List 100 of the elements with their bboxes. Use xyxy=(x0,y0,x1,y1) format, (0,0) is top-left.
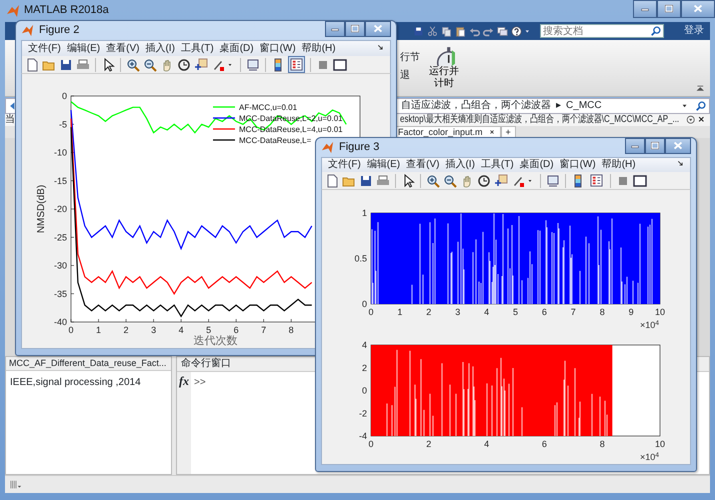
legend-button[interactable] xyxy=(588,172,605,189)
legend-button[interactable] xyxy=(288,56,305,73)
menu-item[interactable]: 窗口(W) xyxy=(558,158,598,171)
login-link[interactable]: 登录 xyxy=(684,25,704,37)
tick-label: 6 xyxy=(542,307,547,317)
axis-exponent: ×10$^{4}$ xyxy=(640,320,660,331)
menu-item[interactable]: 查看(V) xyxy=(404,158,442,171)
tick-label: 0 xyxy=(368,307,374,317)
zoom-out-icon[interactable] xyxy=(443,174,457,188)
close-button[interactable] xyxy=(665,138,691,154)
run-and-time-button[interactable]: 运行并计时 xyxy=(428,40,460,96)
window-title: Figure 3 xyxy=(339,140,380,154)
tick-label: 0 xyxy=(362,299,367,309)
tick-label: -2 xyxy=(358,408,367,418)
undo-icon[interactable] xyxy=(469,26,480,36)
maximize-button[interactable] xyxy=(645,138,665,154)
tick-label: 4 xyxy=(362,340,367,350)
tick-label: 4 xyxy=(178,325,184,335)
switch-windows-icon[interactable] xyxy=(497,26,508,36)
menu-item[interactable]: 编辑(E) xyxy=(364,158,402,171)
data-cursor-icon[interactable] xyxy=(194,58,208,72)
menu-item[interactable]: 文件(F) xyxy=(326,158,363,171)
legend-label: AF-MCC,u=0.01 xyxy=(239,103,298,112)
menu-item[interactable]: 文件(F) xyxy=(26,42,63,55)
close-button[interactable] xyxy=(365,21,391,37)
ribbon-label: 退 xyxy=(400,70,411,82)
zoom-out-icon[interactable] xyxy=(143,58,157,72)
close-icon xyxy=(372,23,384,35)
menu-item[interactable]: 窗口(W) xyxy=(258,42,298,55)
tick-label: -25 xyxy=(54,232,67,242)
save-icon[interactable] xyxy=(59,58,73,72)
tick-label: 6 xyxy=(542,439,547,449)
close-icon xyxy=(692,3,704,15)
save-icon[interactable] xyxy=(413,26,424,36)
menu-item[interactable]: 插入(I) xyxy=(443,158,477,171)
close-icon xyxy=(672,140,684,152)
menu-item[interactable]: 帮助(H) xyxy=(600,158,638,171)
tick-label: 5 xyxy=(513,307,518,317)
tick-label: 4 xyxy=(484,439,490,449)
cut-icon[interactable] xyxy=(427,26,438,36)
function-button[interactable]: fx xyxy=(177,372,191,474)
menu-item[interactable]: 编辑(E) xyxy=(64,42,102,55)
menu-item[interactable]: 查看(V) xyxy=(104,42,142,55)
redo-icon[interactable] xyxy=(483,26,494,36)
collapse-icon[interactable] xyxy=(696,84,706,94)
menu-item[interactable]: 插入(I) xyxy=(143,42,177,55)
zoom-in-icon[interactable] xyxy=(426,174,440,188)
window-title: MATLAB R2018a xyxy=(24,4,109,18)
zoom-in-icon[interactable] xyxy=(126,58,140,72)
tick-label: -15 xyxy=(54,176,67,186)
frame-icon[interactable] xyxy=(333,58,347,72)
minimize-button[interactable] xyxy=(325,21,345,37)
data-cursor-icon[interactable] xyxy=(494,174,508,188)
menu-item[interactable]: 帮助(H) xyxy=(300,42,338,55)
tick-label: 3 xyxy=(455,307,460,317)
tick-label: -5 xyxy=(58,119,67,130)
tick-label: 7 xyxy=(570,307,576,317)
maximize-button[interactable] xyxy=(657,0,681,18)
menu-circle-icon[interactable] xyxy=(686,114,697,126)
save-icon[interactable] xyxy=(359,174,373,188)
linked-plot-icon[interactable] xyxy=(246,58,260,72)
tick-label: 10 xyxy=(655,307,665,317)
menu-item[interactable]: 桌面(D) xyxy=(518,158,556,171)
axis-exponent: ×10$^{4}$ xyxy=(640,452,660,463)
minimize-button[interactable] xyxy=(625,138,645,154)
close-icon[interactable] xyxy=(488,128,496,136)
search-icon[interactable] xyxy=(695,100,707,112)
frame-icon[interactable] xyxy=(633,174,647,188)
print-icon[interactable] xyxy=(76,58,90,72)
search-field[interactable]: 搜索文档 xyxy=(540,24,664,38)
tick-label: 0 xyxy=(362,386,367,396)
maximize-icon xyxy=(649,140,661,152)
print-icon[interactable] xyxy=(376,174,390,188)
legend-icon xyxy=(590,174,603,187)
tick-label: 1 xyxy=(397,307,402,317)
linked-plot-icon[interactable] xyxy=(546,174,560,188)
menu-item[interactable]: 工具(T) xyxy=(478,158,516,171)
file-name: MCC_AF_Different_Data_reuse_Fact... xyxy=(6,357,171,371)
tick-label: 8 xyxy=(288,325,294,335)
close-button[interactable] xyxy=(681,0,715,18)
menu-item[interactable]: 桌面(D) xyxy=(218,42,256,55)
help-icon[interactable] xyxy=(511,26,522,36)
tick-label: -40 xyxy=(54,317,67,327)
copy-icon[interactable] xyxy=(441,26,452,36)
tick-label: -10 xyxy=(54,148,67,158)
minimize-button[interactable] xyxy=(633,0,657,18)
grip-icon[interactable] xyxy=(9,478,23,490)
ribbon-label: 行节 xyxy=(400,52,420,64)
tick-label: 8 xyxy=(600,439,605,449)
description-text: IEEE,signal processing ,2014 xyxy=(9,376,142,390)
breadcrumb-item[interactable]: 自适应滤波，凸组合，两个滤波器 xyxy=(401,100,551,112)
paste-icon[interactable] xyxy=(455,26,466,36)
maximize-button[interactable] xyxy=(345,21,365,37)
maximize-icon xyxy=(349,23,361,35)
axis-title: NMSD(dB) xyxy=(36,184,47,234)
menu-item[interactable]: 工具(T) xyxy=(178,42,216,55)
tick-label: 7 xyxy=(261,325,266,335)
breadcrumb-item[interactable]: C_MCC xyxy=(566,100,602,112)
tick-label: -20 xyxy=(54,204,67,214)
tick-label: 0.5 xyxy=(354,254,367,264)
